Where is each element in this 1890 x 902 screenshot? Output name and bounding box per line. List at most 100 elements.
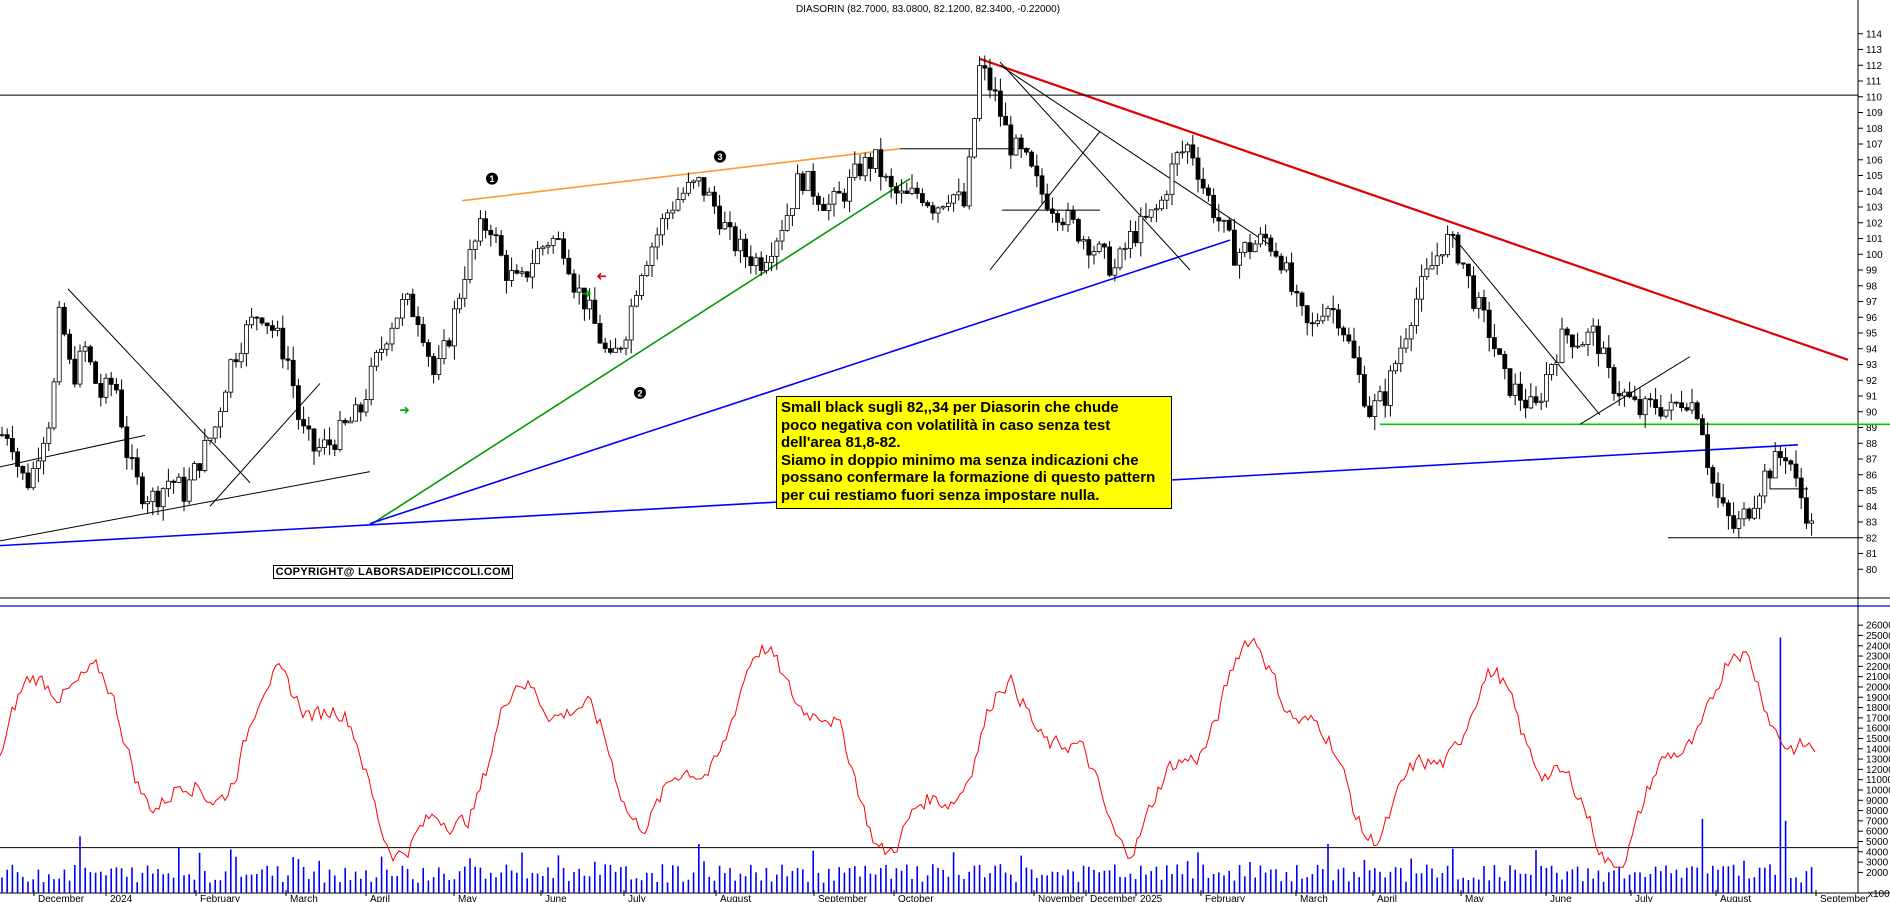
candle-body bbox=[1424, 268, 1430, 278]
candle-body bbox=[280, 327, 286, 360]
candle-body bbox=[4, 434, 10, 439]
candle-body bbox=[1455, 234, 1461, 264]
candle-body bbox=[384, 343, 390, 350]
candle-body bbox=[150, 490, 156, 503]
candle-body bbox=[1060, 221, 1066, 226]
candle-body bbox=[670, 209, 676, 214]
price-tick-label: 99 bbox=[1866, 266, 1878, 277]
candle-body bbox=[1414, 298, 1419, 327]
candle-body bbox=[576, 287, 582, 293]
candle-body bbox=[587, 299, 592, 310]
candle-body bbox=[582, 287, 587, 310]
candle-body bbox=[129, 457, 135, 459]
candle-body bbox=[1752, 507, 1757, 519]
candle-body bbox=[654, 234, 660, 248]
candle-body bbox=[972, 118, 977, 158]
price-tick-label: 80 bbox=[1866, 565, 1878, 576]
candle-body bbox=[821, 204, 826, 211]
x-tick-label: November bbox=[1038, 894, 1085, 902]
candle-body bbox=[524, 271, 530, 278]
candle-body bbox=[1601, 347, 1606, 355]
candle-body bbox=[748, 256, 754, 267]
candle-body bbox=[119, 389, 124, 428]
wave-marker-label: 1 bbox=[489, 174, 494, 184]
candle-body bbox=[1804, 497, 1809, 524]
price-tick-label: 97 bbox=[1866, 297, 1878, 308]
candle-body bbox=[816, 195, 821, 205]
candle-body bbox=[951, 194, 956, 204]
volume-tick-label: 2000 bbox=[1866, 868, 1889, 879]
candle-body bbox=[46, 427, 52, 444]
volume-tick-label: 8000 bbox=[1866, 806, 1889, 817]
price-tick-label: 96 bbox=[1866, 313, 1878, 324]
candle-body bbox=[410, 293, 416, 318]
price-tick-label: 98 bbox=[1866, 281, 1878, 292]
candle-body bbox=[295, 385, 301, 420]
candle-body bbox=[1403, 338, 1409, 349]
candle-body bbox=[103, 377, 109, 398]
candle-body bbox=[1507, 368, 1513, 396]
price-tick-label: 95 bbox=[1866, 329, 1878, 340]
candle-body bbox=[1731, 515, 1736, 529]
candle-body bbox=[992, 89, 998, 92]
candle-body bbox=[660, 218, 665, 236]
candle-body bbox=[98, 382, 104, 398]
candle-body bbox=[20, 466, 26, 474]
candle-body bbox=[483, 218, 489, 231]
x-tick-label: September bbox=[1820, 894, 1870, 902]
candle-body bbox=[1778, 451, 1783, 459]
candle-body bbox=[519, 271, 525, 274]
candle-body bbox=[1585, 331, 1591, 345]
candle-body bbox=[894, 186, 899, 194]
candle-body bbox=[30, 468, 36, 489]
candle-body bbox=[405, 293, 411, 300]
candle-body bbox=[561, 238, 566, 259]
candle-body bbox=[1726, 502, 1731, 517]
candle-body bbox=[1273, 250, 1279, 257]
candle-body bbox=[36, 460, 41, 469]
candle-body bbox=[457, 297, 463, 310]
candle-body bbox=[15, 451, 21, 467]
candle-body bbox=[935, 207, 941, 214]
x-tick-label: 2024 bbox=[110, 894, 133, 902]
candle-body bbox=[1299, 292, 1305, 307]
volume-tick-label: 24000 bbox=[1866, 641, 1890, 652]
candle-body bbox=[1315, 320, 1320, 324]
annotation-box: Small black sugli 82,,34 per Diasorin ch… bbox=[776, 396, 1172, 509]
candle-body bbox=[1341, 327, 1346, 336]
candle-body bbox=[301, 419, 307, 427]
candle-body bbox=[1434, 255, 1440, 266]
volume-tick-label: 25000 bbox=[1866, 631, 1890, 642]
candle-body bbox=[1793, 463, 1799, 479]
candle-body bbox=[1466, 263, 1471, 277]
candle-body bbox=[425, 342, 431, 357]
candle-body bbox=[493, 234, 499, 237]
price-tick-label: 104 bbox=[1866, 187, 1883, 198]
candle-body bbox=[556, 238, 561, 240]
price-tick-label: 109 bbox=[1866, 108, 1883, 119]
candle-body bbox=[1710, 467, 1716, 484]
candle-body bbox=[1268, 237, 1274, 252]
x-tick-label: October bbox=[898, 894, 934, 902]
candle-body bbox=[160, 488, 166, 508]
candle-body bbox=[134, 457, 140, 478]
candle-body bbox=[1720, 497, 1726, 504]
candle-body bbox=[108, 377, 114, 385]
candle-body bbox=[1206, 187, 1211, 196]
candle-body bbox=[353, 404, 359, 422]
candle-body bbox=[1372, 400, 1378, 417]
candle-body bbox=[285, 358, 291, 361]
candle-body bbox=[176, 476, 182, 483]
candle-body bbox=[389, 327, 395, 345]
candle-body bbox=[1242, 242, 1248, 253]
annotation-line: Siamo in doppio minimo ma senza indicazi… bbox=[781, 451, 1139, 469]
candle-body bbox=[836, 191, 842, 194]
candle-body bbox=[77, 350, 83, 385]
candle-body bbox=[1419, 276, 1424, 300]
volume-tick-label: 9000 bbox=[1866, 796, 1889, 807]
chart-title: DIASORIN (82.7000, 83.0800, 82.1200, 82.… bbox=[796, 4, 1060, 15]
candle-body bbox=[1294, 291, 1300, 294]
price-tick-label: 100 bbox=[1866, 250, 1883, 261]
candle-body bbox=[696, 177, 702, 182]
candle-body bbox=[72, 358, 78, 385]
